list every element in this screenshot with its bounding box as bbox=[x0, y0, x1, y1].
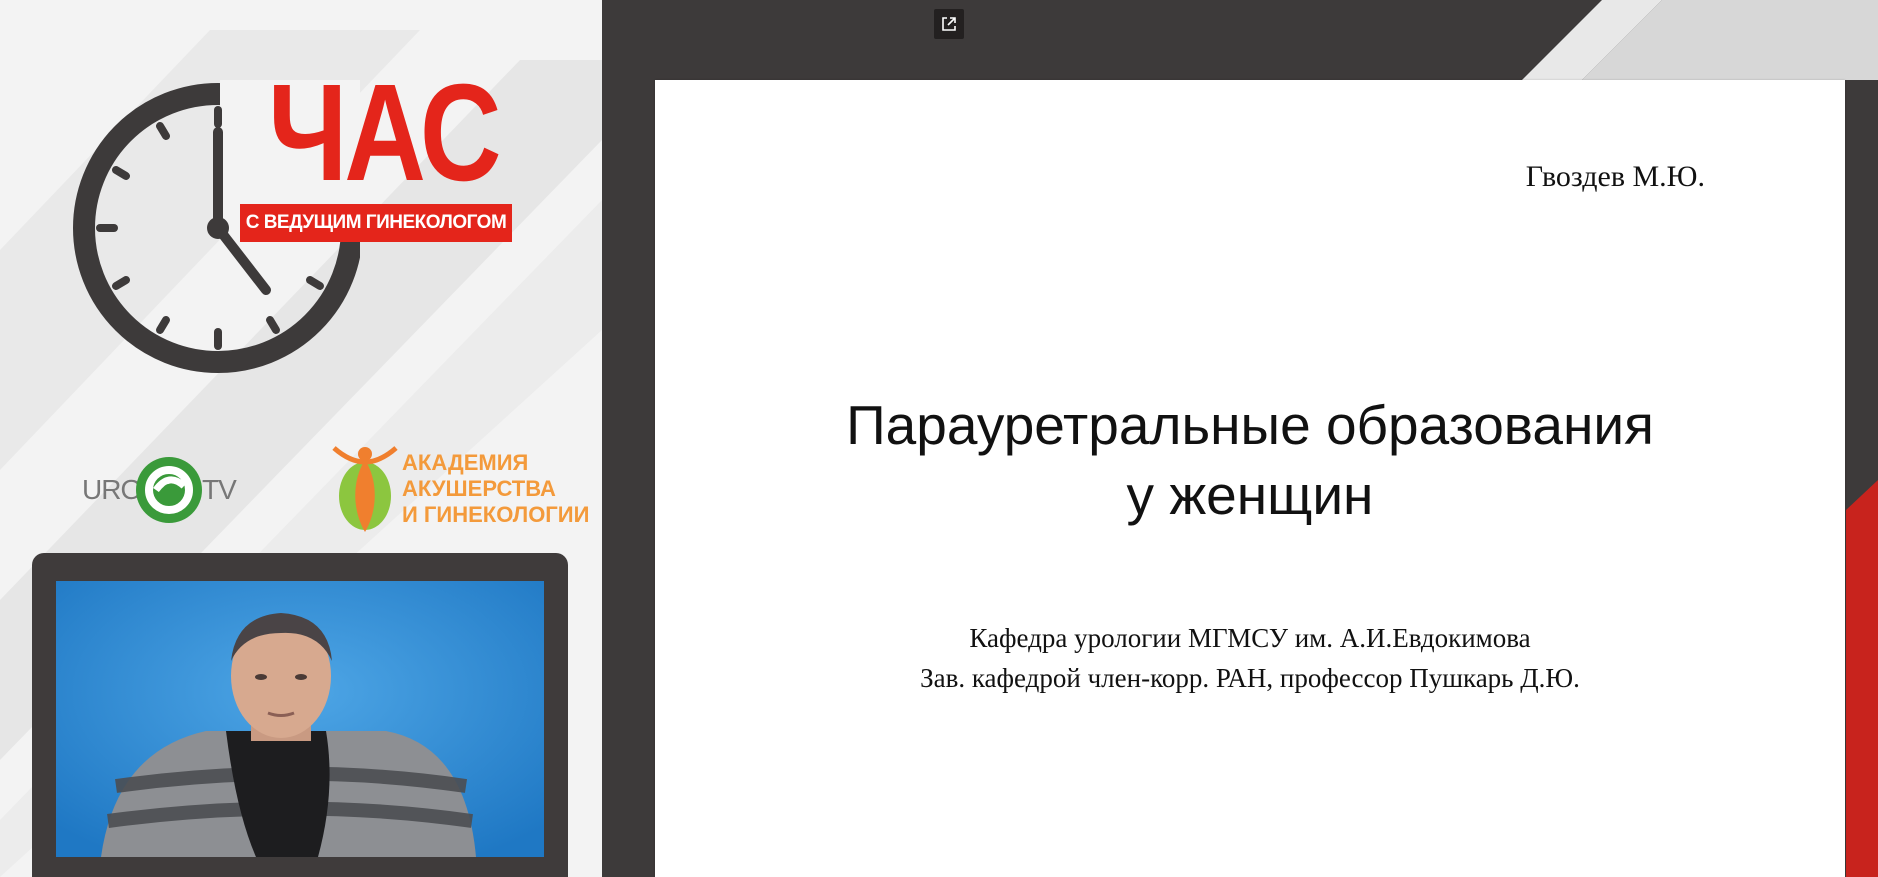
academy-line-1: АКАДЕМИЯ bbox=[402, 450, 529, 475]
slide-subtitle-line-2: Зав. кафедрой член-корр. РАН, профессор … bbox=[920, 663, 1580, 693]
show-title: ЧАС bbox=[268, 56, 502, 210]
slide-subtitle-line-1: Кафедра урологии МГМСУ им. А.И.Евдокимов… bbox=[969, 623, 1531, 653]
slide-title-line-1: Парауретральные образования bbox=[846, 394, 1654, 456]
slide-title-line-2: у женщин bbox=[1126, 464, 1374, 526]
open-external-button[interactable] bbox=[934, 9, 964, 39]
open-external-icon bbox=[942, 17, 956, 31]
slide-author: Гвоздев М.Ю. bbox=[1525, 160, 1705, 193]
academy-line-3: И ГИНЕКОЛОГИИ bbox=[402, 502, 590, 527]
uro-tv-emblem-icon bbox=[136, 457, 202, 523]
uro-logo-text: URO bbox=[82, 474, 142, 505]
presentation-slide: Гвоздев М.Ю. Парауретральные образования… bbox=[655, 80, 1845, 877]
slide-title: Парауретральные образования у женщин bbox=[655, 390, 1845, 530]
slide-subtitle: Кафедра урологии МГМСУ им. А.И.Евдокимов… bbox=[655, 618, 1845, 698]
tv-logo-text: TV bbox=[202, 474, 237, 505]
show-subtitle: С ВЕДУЩИМ ГИНЕКОЛОГОМ bbox=[240, 204, 512, 242]
uro-tv-logo: URO TV bbox=[82, 452, 242, 528]
academy-text: АКАДЕМИЯ АКУШЕРСТВА И ГИНЕКОЛОГИИ bbox=[402, 450, 589, 528]
academy-line-2: АКУШЕРСТВА bbox=[402, 476, 556, 501]
academy-figure-icon bbox=[332, 446, 398, 532]
stream-viewer: ЧАС С ВЕДУЩИМ ГИНЕКОЛОГОМ URO TV АКАДЕМИ… bbox=[0, 0, 1878, 877]
speaker-video[interactable] bbox=[56, 581, 544, 857]
speaker-video-image bbox=[56, 581, 544, 857]
academy-logo: АКАДЕМИЯ АКУШЕРСТВА И ГИНЕКОЛОГИИ bbox=[330, 440, 589, 540]
